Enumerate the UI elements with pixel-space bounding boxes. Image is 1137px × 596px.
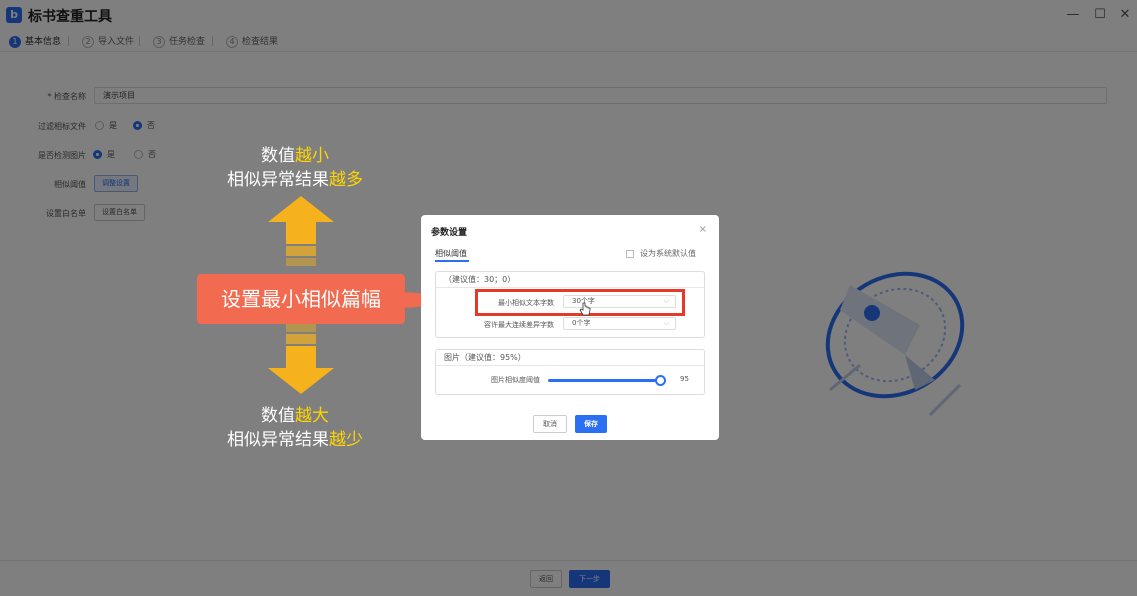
- save-button[interactable]: 保存: [575, 415, 607, 433]
- down-arrow-icon: [268, 324, 334, 394]
- modal-close-icon[interactable]: ×: [699, 224, 707, 235]
- annotation-text: 数值: [261, 406, 295, 426]
- annotation-text: 相似异常结果: [227, 170, 329, 190]
- image-similarity-label: 图片相似度阈值: [491, 376, 540, 384]
- set-min-length-banner: 设置最小相似篇幅: [197, 274, 405, 324]
- annotation-text: 相似异常结果: [227, 430, 329, 450]
- checkbox-icon: [626, 249, 634, 258]
- annotation-highlight: 越少: [329, 430, 363, 450]
- select-value: 0个字: [572, 319, 591, 327]
- modal-title: 参数设置: [431, 228, 468, 238]
- up-arrow-icon: [268, 196, 334, 266]
- annotation-top-text: 数值越小 相似异常结果越多: [215, 144, 375, 192]
- slider-handle[interactable]: [655, 375, 667, 386]
- image-threshold-section: 图片（建议值：95%） 图片相似度阈值 95: [435, 349, 705, 395]
- section-header: （建议值：30；0）: [436, 272, 704, 288]
- annotation-highlight: 越小: [295, 146, 329, 166]
- cancel-button[interactable]: 取消: [533, 415, 567, 433]
- annotation-text: 数值: [261, 146, 295, 166]
- tab-similarity-threshold[interactable]: 相似阈值: [435, 248, 467, 259]
- image-similarity-value: 95: [680, 375, 689, 383]
- chevron-down-icon: ⌵: [663, 319, 669, 327]
- section-header: 图片（建议值：95%）: [436, 350, 704, 366]
- max-diff-label: 容许最大连续差异字数: [484, 321, 554, 329]
- cursor-hand-icon: [579, 302, 591, 316]
- checkbox-label: 设为系统默认值: [640, 249, 696, 258]
- default-checkbox[interactable]: 设为系统默认值: [626, 248, 696, 259]
- annotation-highlight: 越多: [329, 170, 363, 190]
- settings-modal: 参数设置 × 相似阈值 设为系统默认值 （建议值：30；0） 最小相似文本字数 …: [421, 215, 719, 440]
- annotation-bottom-text: 数值越大 相似异常结果越少: [215, 404, 375, 452]
- slider-fill: [548, 379, 661, 382]
- active-tab-indicator: [435, 260, 469, 262]
- max-diff-select[interactable]: 0个字 ⌵: [563, 317, 676, 330]
- annotation-highlight: 越大: [295, 406, 329, 426]
